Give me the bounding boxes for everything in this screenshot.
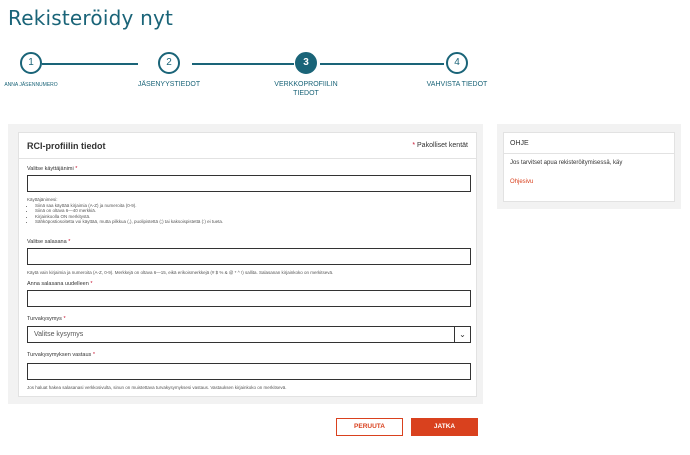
step-3: 3 VERKKOPROFIILIN TIEDOT [246, 48, 366, 98]
step-number: 1 [20, 52, 42, 74]
username-help-item: Sähköpostiosoitetta voi käyttää, mutta p… [35, 219, 223, 225]
security-answer-label-text: Turvakysymyksen vastaus [27, 352, 92, 358]
help-panel: OHJE Jos tarvitset apua rekisteröitymise… [497, 124, 681, 209]
form-panel: RCI-profiilin tiedot * Pakolliset kentät… [8, 124, 483, 404]
username-input[interactable] [27, 175, 471, 192]
security-question-label: Turvakysymys * [27, 316, 66, 322]
continue-button[interactable]: JATKA [411, 418, 478, 436]
password-confirm-label-text: Anna salasana uudelleen [27, 281, 89, 287]
registration-stepper: 1 ANNA JÄSENNUMERO 2 JÄSENYYSTIEDOT 3 VE… [0, 48, 690, 108]
step-1: 1 ANNA JÄSENNUMERO [0, 48, 91, 90]
profile-form-card: RCI-profiilin tiedot * Pakolliset kentät… [18, 132, 477, 397]
step-2: 2 JÄSENYYSTIEDOT [109, 48, 229, 89]
password-confirm-label: Anna salasana uudelleen * [27, 281, 92, 287]
security-answer-label: Turvakysymyksen vastaus * [27, 352, 95, 358]
page-title: Rekisteröidy nyt [8, 6, 174, 30]
security-question-label-text: Turvakysymys [27, 316, 62, 322]
password-label: Valitse salasana * [27, 239, 70, 245]
help-page-link[interactable]: Ohjesivu [510, 179, 533, 185]
step-label: VERKKOPROFIILIN TIEDOT [274, 81, 338, 97]
password-input[interactable] [27, 248, 471, 265]
required-star: * [68, 239, 71, 245]
help-text: Jos tarvitset apua rekisteröitymisessä, … [510, 160, 623, 166]
required-star: * [90, 281, 93, 287]
help-card: OHJE Jos tarvitset apua rekisteröitymise… [503, 132, 675, 202]
security-question-select[interactable]: Valitse kysymys ⌄ [27, 326, 471, 343]
divider [504, 153, 674, 154]
security-answer-help: Jos haluat hakea salasanasi verkkosivult… [27, 385, 287, 390]
step-4: 4 VAHVISTA TIEDOT [397, 48, 517, 89]
divider [19, 158, 476, 159]
security-question-value: Valitse kysymys [34, 331, 84, 338]
username-help: Käyttäjänimesi: Siinä saa käyttää kirjai… [27, 197, 223, 225]
username-label: Valitse käyttäjänimi * [27, 166, 77, 172]
step-number-active: 3 [295, 52, 317, 74]
cancel-button[interactable]: PERUUTA [336, 418, 403, 436]
required-star: * [75, 166, 78, 172]
required-star: * [92, 352, 95, 358]
password-label-text: Valitse salasana [27, 239, 67, 245]
step-label: VAHVISTA TIEDOT [426, 81, 488, 88]
form-title: RCI-profiilin tiedot [27, 141, 106, 151]
required-star: * [412, 142, 416, 149]
required-star: * [63, 316, 66, 322]
username-label-text: Valitse käyttäjänimi [27, 166, 74, 172]
required-note-text: Pakolliset kentät [417, 142, 468, 149]
step-number: 2 [158, 52, 180, 74]
chevron-down-icon[interactable]: ⌄ [454, 327, 470, 342]
step-label: JÄSENYYSTIEDOT [137, 81, 201, 88]
password-confirm-input[interactable] [27, 290, 471, 307]
security-answer-input[interactable] [27, 363, 471, 380]
required-note: * Pakolliset kentät [412, 142, 468, 149]
password-help: Käytä vain kirjaimia ja numeroita (A-Z, … [27, 270, 334, 275]
step-label: ANNA JÄSENNUMERO [4, 82, 58, 88]
step-number: 4 [446, 52, 468, 74]
help-title: OHJE [510, 140, 529, 147]
